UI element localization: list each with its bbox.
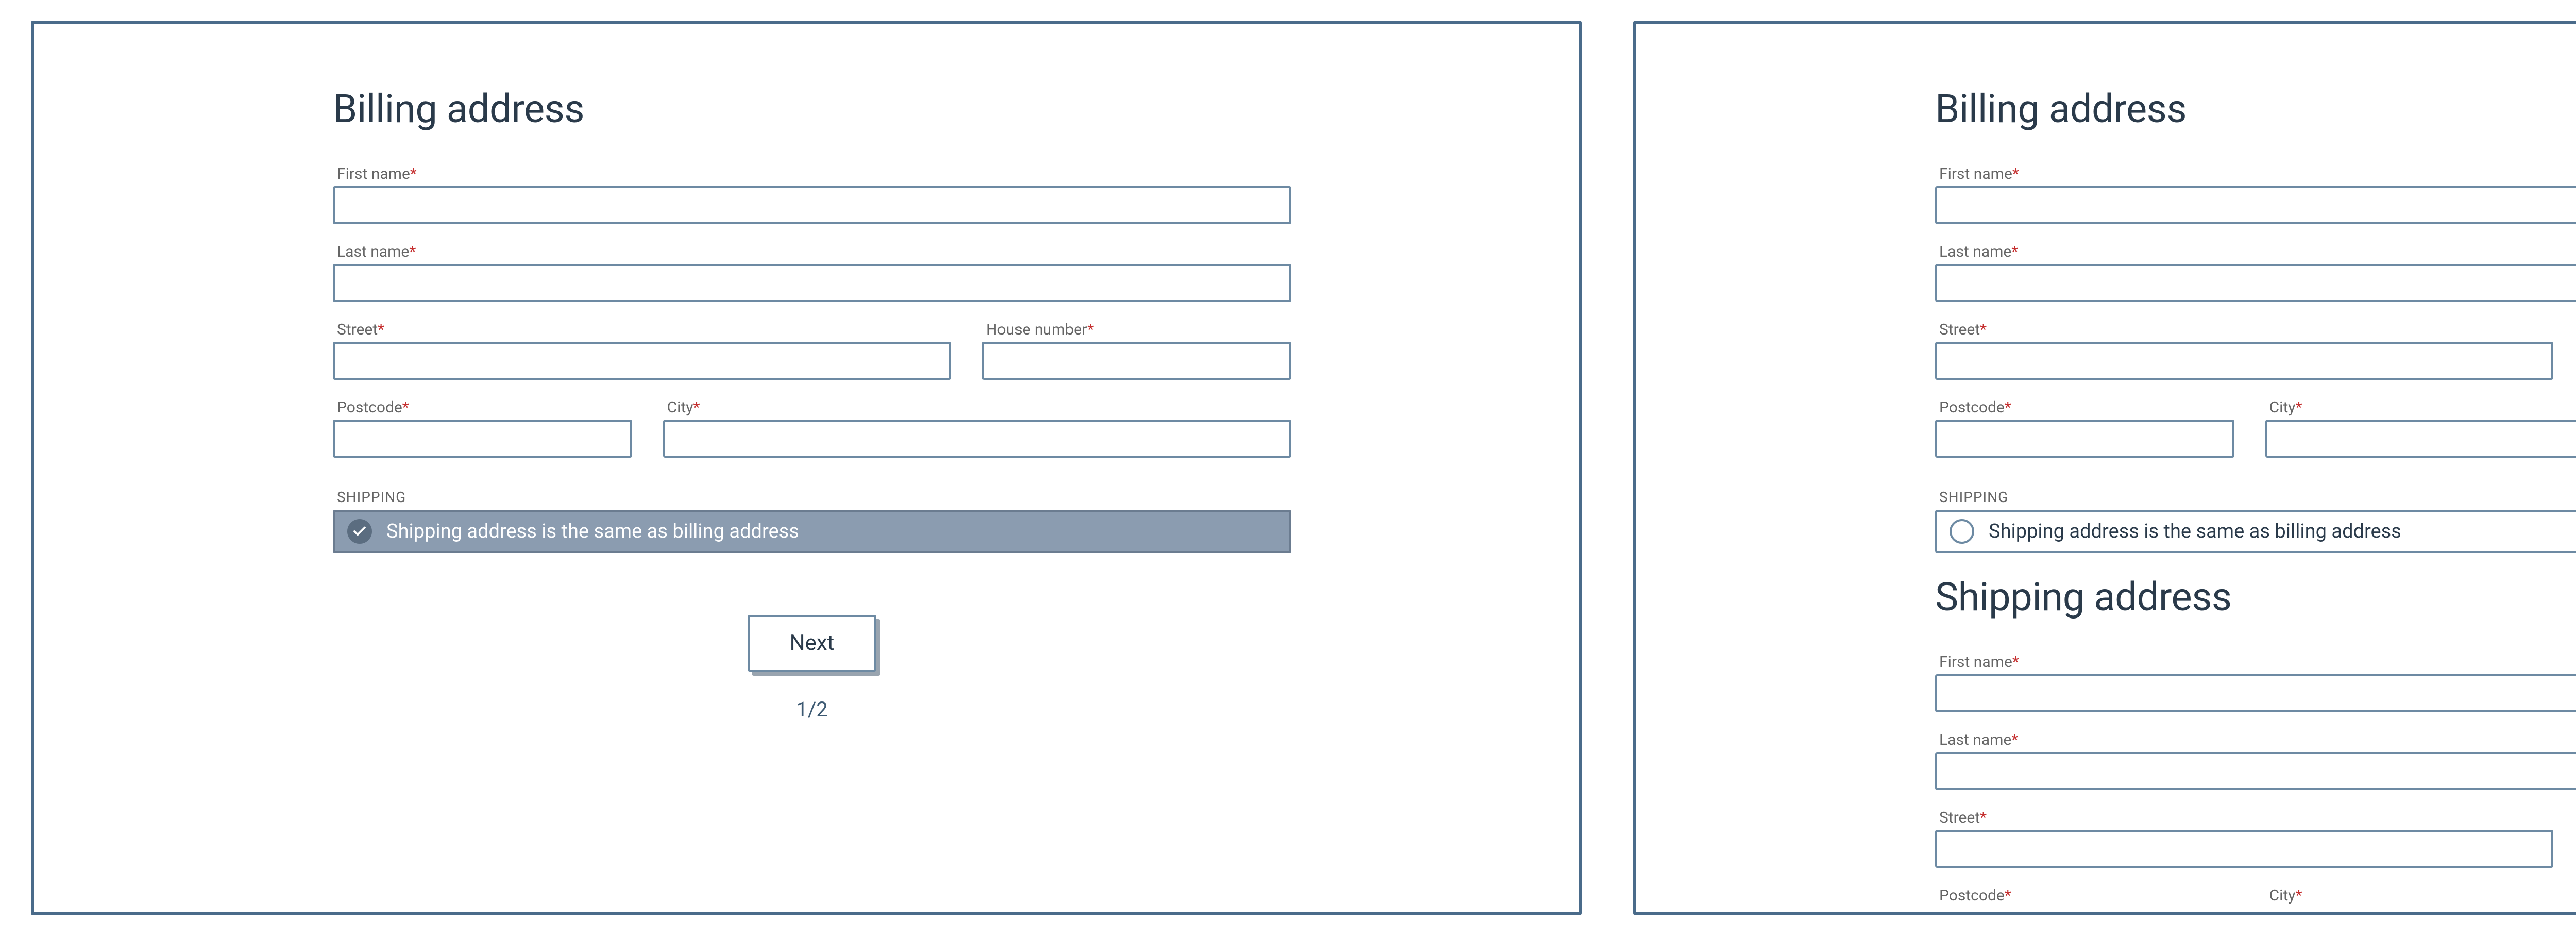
label-ship-first-name: First name* [1939,653,2576,671]
input-first-name[interactable] [333,186,1291,224]
label-street: Street* [337,321,951,339]
same-as-billing-label: Shipping address is the same as billing … [386,520,799,543]
label-house-number: House number* [986,321,1291,339]
next-button[interactable]: Next [748,615,876,672]
input-ship-street[interactable] [1935,830,2553,868]
shipping-caption: SHIPPING [337,489,1291,506]
panel-right: Billing address First name* Last name* S… [1633,21,2576,915]
billing-title: Billing address [333,86,1291,132]
label-ship-city: City* [2269,887,2576,905]
page-indicator: 1/2 [333,697,1291,722]
field-last-name: Last name* [333,243,1291,302]
input-first-name[interactable] [1935,186,2576,224]
field-postcode: Postcode* [333,398,632,458]
input-ship-last-name[interactable] [1935,752,2576,790]
same-as-billing-toggle[interactable]: Shipping address is the same as billing … [1935,510,2576,553]
billing-title: Billing address [1935,86,2576,132]
field-ship-last-name: Last name* [1935,731,2576,790]
label-ship-last-name: Last name* [1939,731,2576,749]
field-city: City* [663,398,1291,458]
field-first-name: First name* [1935,165,2576,224]
label-last-name: Last name* [337,243,1291,261]
input-ship-first-name[interactable] [1935,674,2576,712]
field-street: Street* [1935,321,2553,380]
input-postcode[interactable] [1935,420,2234,458]
field-ship-city: City* [2265,887,2576,908]
field-ship-street: Street* [1935,809,2553,868]
label-last-name: Last name* [1939,243,2576,261]
shipping-caption: SHIPPING [1939,489,2576,506]
shipping-title: Shipping address [1935,574,2576,620]
field-city: City* [2265,398,2576,458]
input-last-name[interactable] [1935,264,2576,302]
panel-right-inner[interactable]: Billing address First name* Last name* S… [1636,24,2576,912]
field-last-name: Last name* [1935,243,2576,302]
same-as-billing-toggle[interactable]: Shipping address is the same as billing … [333,510,1291,553]
input-street[interactable] [1935,342,2553,380]
input-street[interactable] [333,342,951,380]
field-postcode: Postcode* [1935,398,2234,458]
input-last-name[interactable] [333,264,1291,302]
billing-form-right: Billing address First name* Last name* S… [1935,24,2576,912]
input-postcode[interactable] [333,420,632,458]
field-ship-first-name: First name* [1935,653,2576,712]
label-city: City* [667,398,1291,416]
label-first-name: First name* [1939,165,2576,183]
field-ship-postcode: Postcode* [1935,887,2234,908]
input-house-number[interactable] [982,342,1291,380]
panel-left: Billing address First name* Last name* S… [31,21,1582,915]
input-city[interactable] [2265,420,2576,458]
label-postcode: Postcode* [337,398,632,416]
label-ship-postcode: Postcode* [1939,887,2234,905]
check-circle-icon [1950,519,1974,544]
same-as-billing-label: Shipping address is the same as billing … [1989,520,2401,543]
label-city: City* [2269,398,2576,416]
label-first-name: First name* [337,165,1291,183]
field-house-number: House number* [982,321,1291,380]
label-ship-street: Street* [1939,809,2553,827]
check-circle-icon [347,519,372,544]
field-first-name: First name* [333,165,1291,224]
input-city[interactable] [663,420,1291,458]
label-postcode: Postcode* [1939,398,2234,416]
billing-form: Billing address First name* Last name* S… [333,24,1291,753]
label-street: Street* [1939,321,2553,339]
panel-left-inner: Billing address First name* Last name* S… [34,24,1579,912]
field-street: Street* [333,321,951,380]
